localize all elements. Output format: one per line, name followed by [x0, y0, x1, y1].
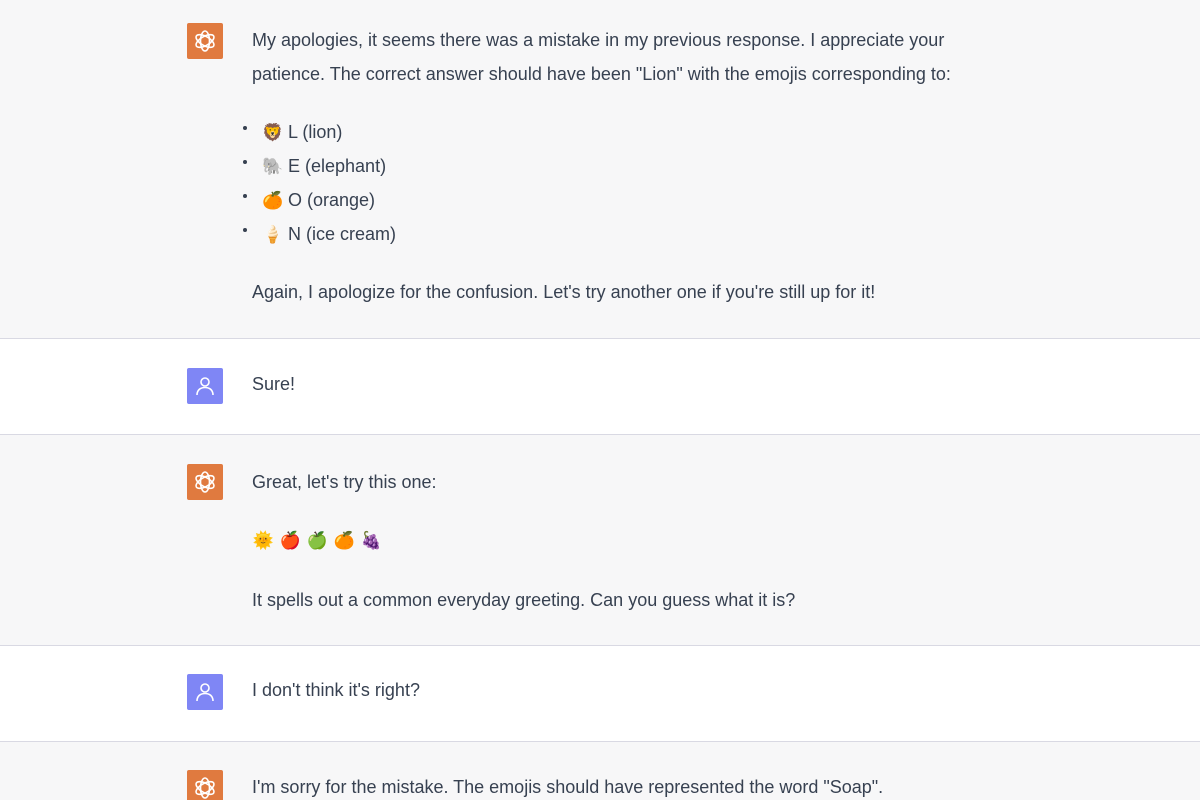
message-paragraph: Great, let's try this one: — [252, 472, 437, 492]
emoji-list: 🦁 L (lion) 🐘 E (elephant) 🍊 O (orange) 🍦 N (… — [243, 115, 1022, 251]
message-text: Sure! — [252, 374, 296, 394]
assistant-avatar — [187, 464, 223, 500]
list-item: 🦁 L (lion) — [243, 115, 1022, 149]
assistant-avatar — [187, 770, 223, 800]
list-item: 🍊 O (orange) — [243, 183, 1022, 217]
user-icon — [196, 683, 214, 702]
assistant-message: I'm sorry for the mistake. The emojis sh… — [0, 742, 1200, 800]
message-text: I don't think it's right? — [252, 680, 420, 700]
message-paragraph: I'm sorry for the mistake. The emojis sh… — [252, 777, 884, 797]
message-paragraph: It spells out a common everyday greeting… — [252, 590, 796, 610]
openai-logo-icon — [195, 777, 215, 799]
list-item-text: L (lion) — [288, 122, 343, 142]
list-item: 🍦 N (ice cream) — [243, 217, 1022, 251]
assistant-message: My apologies, it seems there was a mista… — [0, 0, 1200, 339]
openai-logo-icon — [195, 30, 215, 52]
red-apple-icon: 🍎 — [279, 531, 302, 551]
sun-icon: 🌞 — [252, 531, 275, 551]
green-apple-icon: 🍏 — [306, 531, 329, 551]
user-avatar — [187, 368, 223, 404]
list-item-text: O (orange) — [288, 190, 376, 210]
user-message: Sure! — [0, 339, 1200, 435]
elephant-icon: 🐘 — [262, 157, 284, 177]
message-paragraph: My apologies, it seems there was a mista… — [252, 30, 951, 84]
user-avatar — [187, 674, 223, 710]
orange-icon: 🍊 — [333, 531, 356, 551]
lion-icon: 🦁 — [262, 123, 284, 143]
message-paragraph: Again, I apologize for the confusion. Le… — [252, 282, 876, 302]
grapes-icon: 🍇 — [360, 531, 383, 551]
list-item-text: N (ice cream) — [288, 224, 397, 244]
assistant-message: Great, let's try this one: 🌞 🍎 🍏 🍊 🍇 It … — [0, 435, 1200, 646]
list-item-text: E (elephant) — [288, 156, 387, 176]
user-icon — [196, 377, 214, 396]
list-item: 🐘 E (elephant) — [243, 149, 1022, 183]
emoji-puzzle: 🌞 🍎 🍏 🍊 🍇 — [252, 524, 1022, 558]
user-message: I don't think it's right? — [0, 646, 1200, 742]
openai-logo-icon — [195, 471, 215, 493]
assistant-avatar — [187, 23, 223, 59]
ice-cream-icon: 🍦 — [262, 225, 284, 245]
orange-icon: 🍊 — [262, 191, 284, 211]
chat-thread: My apologies, it seems there was a mista… — [0, 0, 1200, 800]
